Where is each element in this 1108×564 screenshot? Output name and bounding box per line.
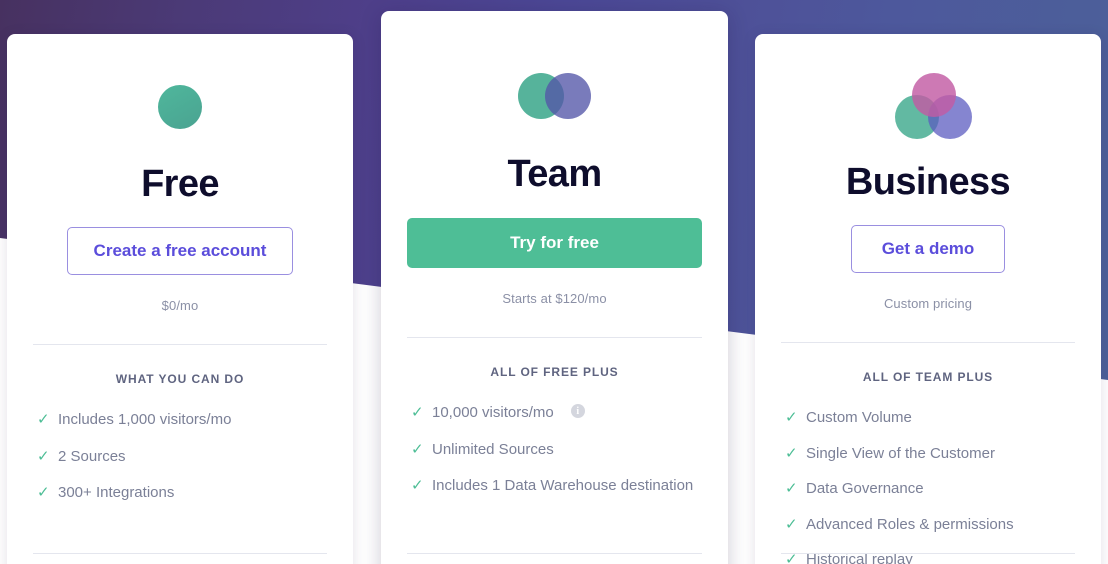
list-item: ✓ 2 Sources — [37, 447, 126, 467]
price-note-free: $0/mo — [161, 298, 199, 313]
feature-list-free: ✓ Includes 1,000 visitors/mo ✓ 2 Sources… — [33, 410, 327, 503]
plan-icon-wrapper-free — [158, 85, 202, 129]
pricing-card-business[interactable]: Business Get a demo Custom pricing ALL O… — [755, 34, 1101, 564]
card-bottom-divider-business — [781, 553, 1075, 554]
list-item: ✓ Data Governance — [785, 479, 924, 499]
feature-label: 300+ Integrations — [58, 484, 175, 501]
feature-list-team: ✓ 10,000 visitors/mo i ✓ Unlimited Sourc… — [407, 403, 702, 496]
check-icon: ✓ — [785, 515, 798, 533]
plan-title-free: Free — [141, 163, 219, 205]
cta-wrapper-team: Try for free — [407, 218, 702, 268]
price-note-business: Custom pricing — [883, 296, 973, 311]
list-item: ✓ Includes 1 Data Warehouse destination — [411, 476, 693, 496]
price-note-team: Starts at $120/mo — [502, 291, 607, 306]
info-icon[interactable]: i — [570, 404, 585, 418]
section-heading-business: ALL OF TEAM PLUS — [862, 370, 994, 384]
feature-label: Custom Volume — [806, 409, 912, 426]
feature-label: Data Governance — [806, 480, 924, 497]
feature-label: Unlimited Sources — [432, 440, 554, 458]
list-item: ✓ Advanced Roles & permissions — [785, 515, 1014, 535]
check-icon: ✓ — [37, 484, 50, 501]
list-item: ✓ Includes 1,000 visitors/mo — [37, 410, 231, 430]
check-icon: ✓ — [411, 440, 424, 458]
feature-label: Includes 1,000 visitors/mo — [58, 411, 232, 428]
card-bottom-divider-team — [407, 553, 702, 554]
list-item: ✓ Unlimited Sources — [411, 440, 554, 460]
card-bottom-divider-free — [33, 553, 327, 554]
venn-one-circle-icon — [158, 85, 202, 129]
check-icon: ✓ — [37, 411, 50, 428]
check-icon: ✓ — [785, 480, 798, 497]
card-divider-business — [781, 342, 1075, 343]
section-heading-team: ALL OF FREE PLUS — [490, 365, 619, 379]
feature-label: 10,000 visitors/mo — [432, 404, 554, 421]
pricing-card-team[interactable]: Team Try for free Starts at $120/mo ALL … — [381, 11, 728, 564]
pricing-page: Free Create a free account $0/mo WHAT YO… — [0, 0, 1108, 564]
list-item: ✓ 300+ Integrations — [37, 483, 174, 503]
check-icon: ✓ — [411, 477, 424, 494]
feature-label: Includes 1 Data Warehouse destination — [432, 477, 694, 494]
section-heading-free: WHAT YOU CAN DO — [115, 372, 245, 386]
card-divider-team — [407, 337, 702, 338]
feature-list-business: ✓ Custom Volume ✓ Single View of the Cus… — [781, 408, 1075, 564]
try-for-free-button[interactable]: Try for free — [407, 218, 702, 268]
list-item: ✓ Single View of the Customer — [785, 444, 995, 464]
venn-two-circle-icon — [518, 73, 591, 119]
check-icon: ✓ — [37, 447, 50, 465]
feature-label: Advanced Roles & permissions — [806, 515, 1014, 533]
plan-icon-wrapper-business — [895, 73, 972, 139]
cta-wrapper-business: Get a demo — [850, 225, 1006, 273]
check-icon: ✓ — [785, 409, 798, 426]
plan-title-business: Business — [845, 161, 1011, 203]
feature-label: 2 Sources — [58, 447, 126, 465]
venn-three-circle-icon — [895, 73, 972, 139]
create-free-account-button[interactable]: Create a free account — [66, 227, 294, 275]
plan-title-team: Team — [507, 153, 602, 195]
get-a-demo-button[interactable]: Get a demo — [850, 225, 1006, 273]
check-icon: ✓ — [785, 444, 798, 462]
cta-wrapper-free: Create a free account — [66, 227, 294, 275]
plan-icon-wrapper-team — [518, 73, 591, 119]
pricing-card-free[interactable]: Free Create a free account $0/mo WHAT YO… — [7, 34, 353, 564]
list-item: ✓ 10,000 visitors/mo i — [411, 403, 585, 423]
feature-label: Single View of the Customer — [806, 444, 995, 462]
check-icon: ✓ — [411, 404, 424, 421]
list-item: ✓ Custom Volume — [785, 408, 912, 428]
card-divider-free — [33, 344, 327, 345]
